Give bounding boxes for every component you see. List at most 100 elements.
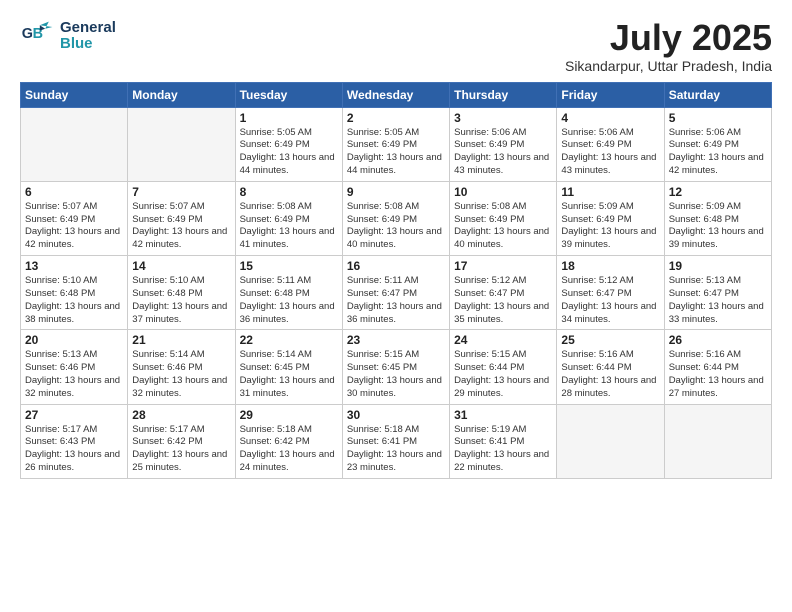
- calendar-cell: 14 Sunrise: 5:10 AM Sunset: 6:48 PM Dayli…: [128, 256, 235, 330]
- day-number: 10: [454, 185, 552, 199]
- weekday-header: Wednesday: [342, 82, 449, 107]
- day-number: 22: [240, 333, 338, 347]
- calendar-cell: 26 Sunrise: 5:16 AM Sunset: 6:44 PM Dayli…: [664, 330, 771, 404]
- svg-text:G: G: [22, 26, 33, 42]
- calendar-cell: 31 Sunrise: 5:19 AM Sunset: 6:41 PM Dayli…: [450, 404, 557, 478]
- day-number: 13: [25, 259, 123, 273]
- calendar-cell: 25Sunrise: 5:16 AM Sunset: 6:44 PM Dayli…: [557, 330, 664, 404]
- calendar-cell: 19 Sunrise: 5:13 AM Sunset: 6:47 PM Dayli…: [664, 256, 771, 330]
- day-number: 2: [347, 111, 445, 125]
- calendar-cell: 3 Sunrise: 5:06 AM Sunset: 6:49 PM Daylig…: [450, 107, 557, 181]
- day-info: Sunrise: 5:18 AM Sunset: 6:42 PM Dayligh…: [240, 424, 338, 475]
- logo-text: General Blue: [60, 20, 116, 53]
- calendar-cell: 11 Sunrise: 5:09 AM Sunset: 6:49 PM Dayli…: [557, 181, 664, 255]
- day-number: 20: [25, 333, 123, 347]
- day-number: 16: [347, 259, 445, 273]
- day-number: 19: [669, 259, 767, 273]
- title-block: July 2025 Sikandarpur, Uttar Pradesh, In…: [565, 18, 772, 74]
- logo: G B General Blue: [20, 18, 116, 54]
- day-number: 18: [561, 259, 659, 273]
- day-number: 24: [454, 333, 552, 347]
- day-number: 9: [347, 185, 445, 199]
- day-number: 23: [347, 333, 445, 347]
- day-number: 31: [454, 408, 552, 422]
- weekday-header: Saturday: [664, 82, 771, 107]
- day-number: 8: [240, 185, 338, 199]
- header: G B General Blue July 2025 Sikandarpur, …: [20, 18, 772, 74]
- calendar-cell: 21 Sunrise: 5:14 AM Sunset: 6:46 PM Dayli…: [128, 330, 235, 404]
- weekday-header: Monday: [128, 82, 235, 107]
- day-number: 21: [132, 333, 230, 347]
- calendar-cell: [557, 404, 664, 478]
- day-info: Sunrise: 5:10 AM Sunset: 6:48 PM Dayligh…: [25, 275, 123, 326]
- day-info: Sunrise: 5:19 AM Sunset: 6:41 PM Dayligh…: [454, 424, 552, 475]
- calendar-cell: 18 Sunrise: 5:12 AM Sunset: 6:47 PM Dayli…: [557, 256, 664, 330]
- calendar-cell: 9 Sunrise: 5:08 AM Sunset: 6:49 PM Daylig…: [342, 181, 449, 255]
- day-info: Sunrise: 5:17 AM Sunset: 6:43 PM Dayligh…: [25, 424, 123, 475]
- day-info: Sunrise: 5:15 AM Sunset: 6:44 PM Dayligh…: [454, 349, 552, 400]
- day-info: Sunrise: 5:11 AM Sunset: 6:47 PM Dayligh…: [347, 275, 445, 326]
- calendar-cell: 22 Sunrise: 5:14 AM Sunset: 6:45 PM Dayli…: [235, 330, 342, 404]
- day-number: 17: [454, 259, 552, 273]
- location: Sikandarpur, Uttar Pradesh, India: [565, 58, 772, 74]
- day-info: Sunrise: 5:09 AM Sunset: 6:49 PM Dayligh…: [561, 201, 659, 252]
- calendar-cell: 10Sunrise: 5:08 AM Sunset: 6:49 PM Dayli…: [450, 181, 557, 255]
- calendar-cell: 5Sunrise: 5:06 AM Sunset: 6:49 PM Daylig…: [664, 107, 771, 181]
- weekday-header: Sunday: [21, 82, 128, 107]
- calendar-cell: 4Sunrise: 5:06 AM Sunset: 6:49 PM Daylig…: [557, 107, 664, 181]
- day-info: Sunrise: 5:05 AM Sunset: 6:49 PM Dayligh…: [347, 127, 445, 178]
- calendar-cell: 8 Sunrise: 5:08 AM Sunset: 6:49 PM Daylig…: [235, 181, 342, 255]
- day-info: Sunrise: 5:12 AM Sunset: 6:47 PM Dayligh…: [561, 275, 659, 326]
- day-number: 26: [669, 333, 767, 347]
- day-info: Sunrise: 5:13 AM Sunset: 6:47 PM Dayligh…: [669, 275, 767, 326]
- calendar-cell: [128, 107, 235, 181]
- calendar-week-row: 1 Sunrise: 5:05 AM Sunset: 6:49 PM Daylig…: [21, 107, 772, 181]
- calendar-cell: 23 Sunrise: 5:15 AM Sunset: 6:45 PM Dayli…: [342, 330, 449, 404]
- calendar-week-row: 27Sunrise: 5:17 AM Sunset: 6:43 PM Dayli…: [21, 404, 772, 478]
- calendar-cell: 12Sunrise: 5:09 AM Sunset: 6:48 PM Dayli…: [664, 181, 771, 255]
- logo-icon: G B: [20, 18, 56, 54]
- day-info: Sunrise: 5:06 AM Sunset: 6:49 PM Dayligh…: [454, 127, 552, 178]
- calendar-cell: 1 Sunrise: 5:05 AM Sunset: 6:49 PM Daylig…: [235, 107, 342, 181]
- weekday-header-row: SundayMondayTuesdayWednesdayThursdayFrid…: [21, 82, 772, 107]
- calendar-cell: 30 Sunrise: 5:18 AM Sunset: 6:41 PM Dayli…: [342, 404, 449, 478]
- day-info: Sunrise: 5:14 AM Sunset: 6:45 PM Dayligh…: [240, 349, 338, 400]
- day-number: 3: [454, 111, 552, 125]
- calendar-week-row: 6 Sunrise: 5:07 AM Sunset: 6:49 PM Daylig…: [21, 181, 772, 255]
- weekday-header: Thursday: [450, 82, 557, 107]
- page: G B General Blue July 2025 Sikandarpur, …: [0, 0, 792, 489]
- day-info: Sunrise: 5:18 AM Sunset: 6:41 PM Dayligh…: [347, 424, 445, 475]
- day-info: Sunrise: 5:12 AM Sunset: 6:47 PM Dayligh…: [454, 275, 552, 326]
- day-number: 25: [561, 333, 659, 347]
- day-info: Sunrise: 5:07 AM Sunset: 6:49 PM Dayligh…: [25, 201, 123, 252]
- day-number: 1: [240, 111, 338, 125]
- day-info: Sunrise: 5:11 AM Sunset: 6:48 PM Dayligh…: [240, 275, 338, 326]
- calendar-cell: 24 Sunrise: 5:15 AM Sunset: 6:44 PM Dayli…: [450, 330, 557, 404]
- day-info: Sunrise: 5:16 AM Sunset: 6:44 PM Dayligh…: [669, 349, 767, 400]
- calendar-cell: 7Sunrise: 5:07 AM Sunset: 6:49 PM Daylig…: [128, 181, 235, 255]
- calendar-cell: 2 Sunrise: 5:05 AM Sunset: 6:49 PM Daylig…: [342, 107, 449, 181]
- logo-line2: Blue: [60, 36, 116, 53]
- day-number: 6: [25, 185, 123, 199]
- month-year: July 2025: [565, 18, 772, 58]
- calendar-cell: 29Sunrise: 5:18 AM Sunset: 6:42 PM Dayli…: [235, 404, 342, 478]
- day-info: Sunrise: 5:08 AM Sunset: 6:49 PM Dayligh…: [347, 201, 445, 252]
- calendar-cell: 16 Sunrise: 5:11 AM Sunset: 6:47 PM Dayli…: [342, 256, 449, 330]
- weekday-header: Tuesday: [235, 82, 342, 107]
- day-info: Sunrise: 5:06 AM Sunset: 6:49 PM Dayligh…: [561, 127, 659, 178]
- day-number: 30: [347, 408, 445, 422]
- day-info: Sunrise: 5:05 AM Sunset: 6:49 PM Dayligh…: [240, 127, 338, 178]
- day-number: 11: [561, 185, 659, 199]
- day-number: 28: [132, 408, 230, 422]
- day-info: Sunrise: 5:08 AM Sunset: 6:49 PM Dayligh…: [240, 201, 338, 252]
- day-number: 14: [132, 259, 230, 273]
- calendar-cell: 6 Sunrise: 5:07 AM Sunset: 6:49 PM Daylig…: [21, 181, 128, 255]
- day-info: Sunrise: 5:13 AM Sunset: 6:46 PM Dayligh…: [25, 349, 123, 400]
- calendar-week-row: 20 Sunrise: 5:13 AM Sunset: 6:46 PM Dayli…: [21, 330, 772, 404]
- calendar-cell: 20 Sunrise: 5:13 AM Sunset: 6:46 PM Dayli…: [21, 330, 128, 404]
- calendar: SundayMondayTuesdayWednesdayThursdayFrid…: [20, 82, 772, 479]
- day-info: Sunrise: 5:10 AM Sunset: 6:48 PM Dayligh…: [132, 275, 230, 326]
- day-info: Sunrise: 5:14 AM Sunset: 6:46 PM Dayligh…: [132, 349, 230, 400]
- day-info: Sunrise: 5:15 AM Sunset: 6:45 PM Dayligh…: [347, 349, 445, 400]
- calendar-week-row: 13 Sunrise: 5:10 AM Sunset: 6:48 PM Dayli…: [21, 256, 772, 330]
